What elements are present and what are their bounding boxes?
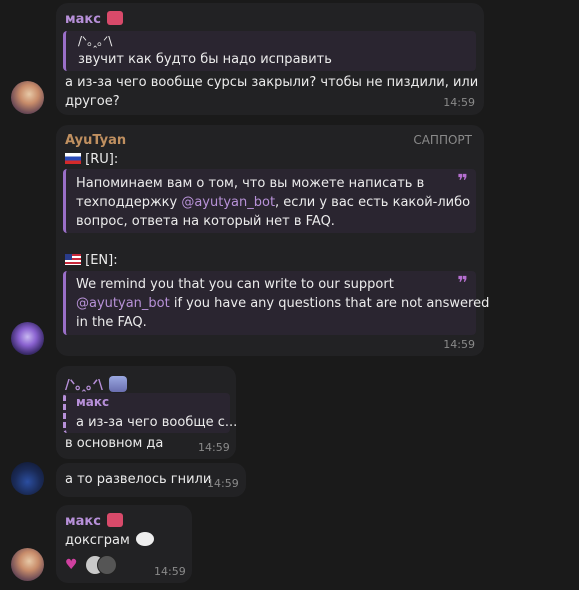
message-bubble[interactable]: /ᐠ｡ꞈ｡ᐟ\ макс а из-за чего вообще с... в … [56,366,237,459]
quote-block-en: We remind you that you can write to our … [63,271,489,335]
sender-name[interactable]: AyuTyan [65,133,126,148]
quote-text: вопрос, ответа на который нет в FAQ. [76,214,335,229]
face-emoji-icon [135,532,154,546]
reactor-avatar[interactable] [97,555,117,575]
quote-icon: ❞ [457,273,468,294]
message-text: другое? [65,94,120,109]
reply-quote[interactable]: макс а из-за чего вообще с... [63,393,237,433]
avatar[interactable] [11,462,44,495]
reply-author: /ᐠ｡ꞈ｡ᐟ\ [78,34,113,48]
avatar[interactable] [11,81,44,114]
reply-text: звучит как будто бы надо исправить [78,52,332,67]
message-time: 14:59 [154,565,186,578]
en-label: [EN]: [65,251,118,270]
quote-text: Напоминаем вам о том, что вы можете напи… [76,176,425,191]
message-text: в основном да [65,436,164,451]
message-bubble[interactable]: макс /ᐠ｡ꞈ｡ᐟ\ звучит как будто бы надо ис… [56,3,484,115]
cat-emoji-icon [107,11,124,25]
reply-text: а из-за чего вообще с... [76,415,238,430]
message-text: доксграм [65,531,154,550]
quote-text: We remind you that you can write to our … [76,277,394,292]
message-text: а то развелось гнили [65,472,212,487]
anime-avatar-emoji-icon [109,376,128,392]
message-time: 14:59 [207,477,239,490]
sender-name[interactable]: макс [65,513,124,529]
admin-badge: САППОРТ [413,133,472,147]
russia-flag-icon [65,153,81,164]
quote-text: техподдержку @ayutyan_bot, если у вас ес… [76,195,471,210]
quote-icon: ❞ [457,171,468,192]
quote-text: in the FAQ. [76,315,147,330]
message-time: 14:59 [443,338,475,351]
reply-quote[interactable]: /ᐠ｡ꞈ｡ᐟ\ звучит как будто бы надо исправи… [63,31,476,71]
message-bubble[interactable]: AyuTyan САППОРТ [RU]: Напоминаем вам о т… [56,125,489,356]
reactions-row[interactable]: ♥ [65,555,125,575]
avatar[interactable] [11,322,44,355]
sender-name[interactable]: макс [65,11,124,27]
message-bubble[interactable]: а то развелось гнили 14:59 [56,463,246,497]
sender-name[interactable]: /ᐠ｡ꞈ｡ᐟ\ [65,374,128,393]
avatar[interactable] [11,548,44,581]
message-time: 14:59 [198,441,230,454]
message-text: а из-за чего вообще сурсы закрыли? чтобы… [65,75,479,90]
heart-reaction-icon[interactable]: ♥ [65,557,78,573]
bot-mention-link[interactable]: @ayutyan_bot [181,195,275,210]
message-bubble[interactable]: макс доксграм ♥ 14:59 [56,505,192,583]
ru-label: [RU]: [65,150,118,169]
quote-block-ru: Напоминаем вам о том, что вы можете напи… [63,169,476,233]
reply-author: макс [76,395,110,409]
usa-flag-icon [65,254,81,265]
bot-mention-link[interactable]: @ayutyan_bot [76,296,170,311]
message-time: 14:59 [443,96,475,109]
cat-emoji-icon [107,513,124,527]
quote-text: @ayutyan_bot if you have any questions t… [76,296,490,311]
